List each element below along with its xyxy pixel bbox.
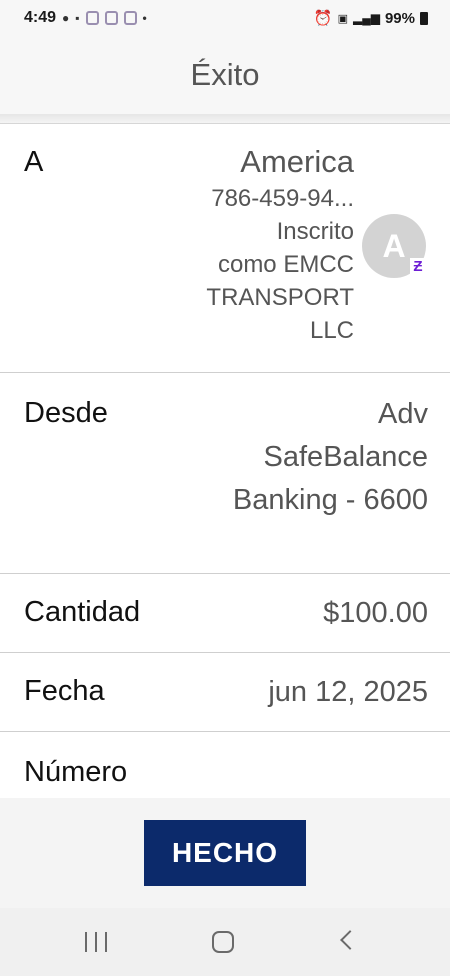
date-row: Fecha jun 12, 2025 bbox=[0, 653, 450, 732]
amount-label: Cantidad bbox=[24, 596, 141, 628]
done-button[interactable]: HECHO bbox=[144, 820, 306, 886]
status-bar: 4:49 ● ▪ • ⏰ ▣ ▂▄▆ 99% bbox=[0, 0, 450, 36]
footer: HECHO bbox=[0, 798, 450, 908]
alarm-icon: ⏰ bbox=[313, 10, 333, 27]
date-value: jun 12, 2025 bbox=[268, 676, 428, 708]
date-label: Fecha bbox=[24, 675, 105, 707]
recents-icon[interactable] bbox=[85, 932, 107, 952]
recipient-enrolled-line-2: como EMCC bbox=[217, 251, 354, 278]
number-row: Número bbox=[0, 732, 450, 800]
tiktok-icon bbox=[85, 11, 99, 25]
system-nav-bar bbox=[0, 908, 450, 976]
from-account: Adv SafeBalance Banking - 6600 bbox=[233, 393, 428, 522]
network-icon: ▣ bbox=[337, 12, 348, 25]
more-notifications-icon: • bbox=[142, 11, 147, 25]
recipient-details: America 786-459-94... Inscrito como EMCC… bbox=[206, 142, 354, 347]
status-left: 4:49 ● ▪ • bbox=[24, 9, 147, 27]
tiktok-icon-3 bbox=[123, 11, 137, 25]
app-notification-icon: ▪ bbox=[75, 11, 80, 25]
page-title: Éxito bbox=[190, 57, 260, 92]
from-row: Desde Adv SafeBalance Banking - 6600 bbox=[0, 373, 450, 574]
recipient-label: A bbox=[24, 146, 44, 178]
zelle-badge-icon: Ƶ bbox=[410, 258, 426, 276]
from-account-line-3: Banking - 6600 bbox=[232, 484, 428, 516]
number-label: Número bbox=[24, 756, 128, 788]
tiktok-icon-2 bbox=[104, 11, 118, 25]
from-account-line-2: SafeBalance bbox=[263, 441, 428, 473]
back-icon[interactable] bbox=[340, 930, 360, 950]
battery-percent: 99% bbox=[384, 9, 415, 27]
recipient-enrolled-line-4: LLC bbox=[309, 317, 354, 344]
status-time: 4:49 bbox=[24, 9, 57, 26]
recipient-name: America bbox=[240, 144, 354, 179]
amount-value: $100.00 bbox=[323, 597, 428, 629]
battery-icon bbox=[420, 11, 428, 25]
signal-icon: ▂▄▆ bbox=[353, 11, 380, 25]
from-account-line-1: Adv bbox=[378, 398, 428, 430]
recipient-enrolled-line-3: TRANSPORT bbox=[206, 284, 354, 311]
home-icon[interactable] bbox=[212, 931, 234, 953]
header-divider bbox=[0, 114, 450, 124]
recipient-phone: 786-459-94... bbox=[211, 185, 354, 212]
from-label: Desde bbox=[24, 397, 108, 429]
chat-icon: ● bbox=[62, 11, 70, 25]
amount-row: Cantidad $100.00 bbox=[0, 574, 450, 653]
header: Éxito bbox=[0, 36, 450, 114]
recipient-enrolled-line-1: Inscrito bbox=[276, 218, 354, 245]
status-right: ⏰ ▣ ▂▄▆ 99% bbox=[314, 9, 428, 27]
